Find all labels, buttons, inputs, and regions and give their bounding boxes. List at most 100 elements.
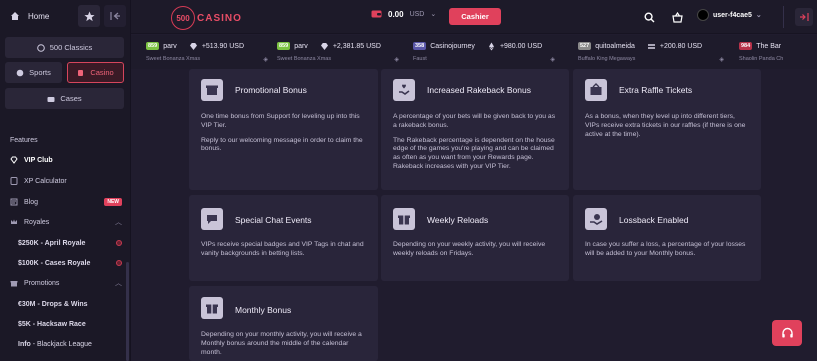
diamond-icon (189, 42, 197, 50)
april-royale-label: $250K - April Royale (18, 239, 86, 247)
support-button[interactable] (772, 320, 802, 346)
sports-button[interactable]: Sports (5, 62, 62, 83)
ticker-user: parv (163, 42, 177, 50)
card-title: Weekly Reloads (427, 215, 489, 225)
card-description: Depending on your monthly activity, you … (201, 331, 368, 361)
sidebar-item-cases-royale[interactable]: $100K - Cases Royale (18, 256, 122, 270)
top-bar: 500 CASINO 0.00 USD ⌄ Cashier user-f4cae… (131, 0, 817, 34)
ticker-item[interactable]: 859 parv +513.90 USD Sweet Bonanza Xmas … (146, 39, 268, 67)
card-title: Monthly Bonus (235, 305, 292, 315)
ticker-amount: +980.00 USD (499, 42, 543, 50)
cases-button[interactable]: Cases (5, 88, 124, 109)
sidebar-scrollbar[interactable] (126, 262, 129, 361)
collapse-sidebar-button[interactable] (104, 5, 126, 27)
case-icon (47, 96, 55, 102)
sidebar-item-promotions[interactable]: Promotions ︿ (10, 276, 122, 290)
ticker-game: Buffalo King Megaways (578, 56, 636, 62)
home-link[interactable]: Home (4, 11, 74, 21)
benefit-card-monthly-bonus: Monthly Bonus Depending on your monthly … (189, 286, 378, 361)
sidebar-item-royales[interactable]: Royales ︿ (10, 215, 122, 229)
blog-label: Blog (24, 198, 39, 206)
card-title: Extra Raffle Tickets (619, 85, 693, 95)
card-description: Depending on your weekly activity, you w… (393, 241, 559, 265)
home-icon (11, 12, 19, 20)
card-title: Increased Rakeback Bonus (427, 85, 531, 95)
sidebar-item-vip-club[interactable]: VIP Club (10, 153, 122, 167)
ticker-game: Shaolin Panda Ch (739, 56, 784, 62)
chevron-up-icon: ︿ (115, 219, 122, 226)
star-icon (83, 11, 95, 21)
live-dot-icon (116, 260, 122, 266)
casino-label: Casino (90, 68, 114, 77)
card-description: A percentage of your bets will be given … (393, 113, 559, 178)
favorites-button[interactable] (78, 5, 100, 27)
logo-text: CASINO (197, 12, 242, 24)
store-button[interactable] (668, 8, 686, 26)
search-button[interactable] (640, 8, 658, 26)
divider (783, 6, 784, 28)
ticker-amount: +2,381.85 USD (332, 42, 381, 50)
xp-calculator-label: XP Calculator (24, 177, 67, 185)
card-paragraph: One time bonus from Support for leveling… (201, 113, 360, 129)
benefit-card-raffle: Extra Raffle Tickets As a bonus, when th… (573, 69, 761, 190)
casino-button[interactable]: Casino (67, 62, 124, 83)
ticker-user: Casinojourney (430, 42, 475, 50)
provider-icon: ◈ (394, 56, 399, 63)
chat-bubble-icon (201, 208, 223, 230)
sidebar-item-hacksaw-race[interactable]: $5K - Hacksaw Race (18, 317, 122, 331)
sidebar-item-blog[interactable]: Blog NEW (10, 195, 122, 209)
ticket-icon (585, 79, 607, 101)
ticker-game: Faust (413, 56, 427, 62)
benefit-card-rakeback: Increased Rakeback Bonus A percentage of… (381, 69, 569, 190)
coin-hand-icon (585, 208, 607, 230)
ticker-amount: +200.80 USD (659, 42, 703, 50)
user-menu[interactable]: user-f4cae5 ⌄ (697, 9, 762, 21)
ticker-item[interactable]: 358 Casinojourney +980.00 USD Faust ◈ (413, 39, 555, 67)
card-paragraph: The Rakeback percentage is dependent on … (393, 136, 555, 170)
coin-icon (647, 43, 655, 49)
card-paragraph: Reply to our welcoming message in order … (201, 136, 363, 153)
promotions-label: Promotions (24, 279, 60, 287)
cases-label: Cases (60, 94, 82, 103)
new-badge: NEW (104, 198, 122, 206)
ticker-item[interactable]: 984 The Bar Shaolin Panda Ch (739, 39, 817, 67)
royales-label: Royales (24, 218, 50, 226)
cases-royale-label: $100K - Cases Royale (18, 259, 91, 267)
balance-display[interactable]: 0.00 USD ⌄ (371, 9, 436, 19)
blog-icon (10, 198, 18, 206)
level-badge: 859 (146, 42, 160, 50)
500-classics-button[interactable]: 500 Classics (5, 37, 124, 58)
classics-label: 500 Classics (49, 43, 93, 52)
card-title: Promotional Bonus (235, 85, 307, 95)
avatar (697, 9, 709, 21)
toggle-chat-button[interactable] (795, 8, 813, 26)
benefit-card-weekly-reloads: Weekly Reloads Depending on your weekly … (381, 195, 569, 281)
classics-icon (36, 43, 45, 52)
card-paragraph: Depending on your monthly activity, you … (201, 331, 362, 356)
ticker-item[interactable]: 859 parv +2,381.85 USD Sweet Bonanza Xma… (277, 39, 399, 67)
expand-panel-icon (800, 13, 809, 21)
sidebar-item-april-royale[interactable]: $250K - April Royale (18, 236, 122, 250)
gift-icon (201, 297, 223, 319)
logo-mark: 500 (171, 6, 195, 30)
drops-wins-label: €30M - Drops & Wins (18, 300, 88, 308)
sidebar-item-xp-calculator[interactable]: XP Calculator (10, 174, 122, 188)
cashier-button[interactable]: Cashier (449, 8, 501, 25)
vip-club-label: VIP Club (24, 156, 53, 164)
balance-currency: USD (409, 10, 425, 18)
chevron-down-icon: ⌄ (755, 12, 762, 19)
benefit-card-promotional-bonus: Promotional Bonus One time bonus from Su… (189, 69, 378, 190)
card-title: Lossback Enabled (619, 215, 689, 225)
gift-icon (10, 281, 18, 287)
card-description: One time bonus from Support for leveling… (201, 113, 368, 160)
sidebar-item-blackjack-league[interactable]: Info - Blackjack League (18, 337, 122, 351)
wallet-icon (371, 10, 382, 18)
card-description: VIPs receive special badges and VIP Tags… (201, 241, 368, 265)
chevron-up-icon: ︿ (115, 280, 122, 287)
ticker-item[interactable]: 527 quitoalmeida +200.80 USD Buffalo Kin… (578, 39, 724, 67)
sports-icon (16, 69, 24, 76)
level-badge: 859 (277, 42, 291, 50)
card-description: In case you suffer a loss, a percentage … (585, 241, 751, 265)
sidebar-item-drops-wins[interactable]: €30M - Drops & Wins (18, 297, 122, 311)
logo[interactable]: 500 CASINO (171, 6, 242, 30)
